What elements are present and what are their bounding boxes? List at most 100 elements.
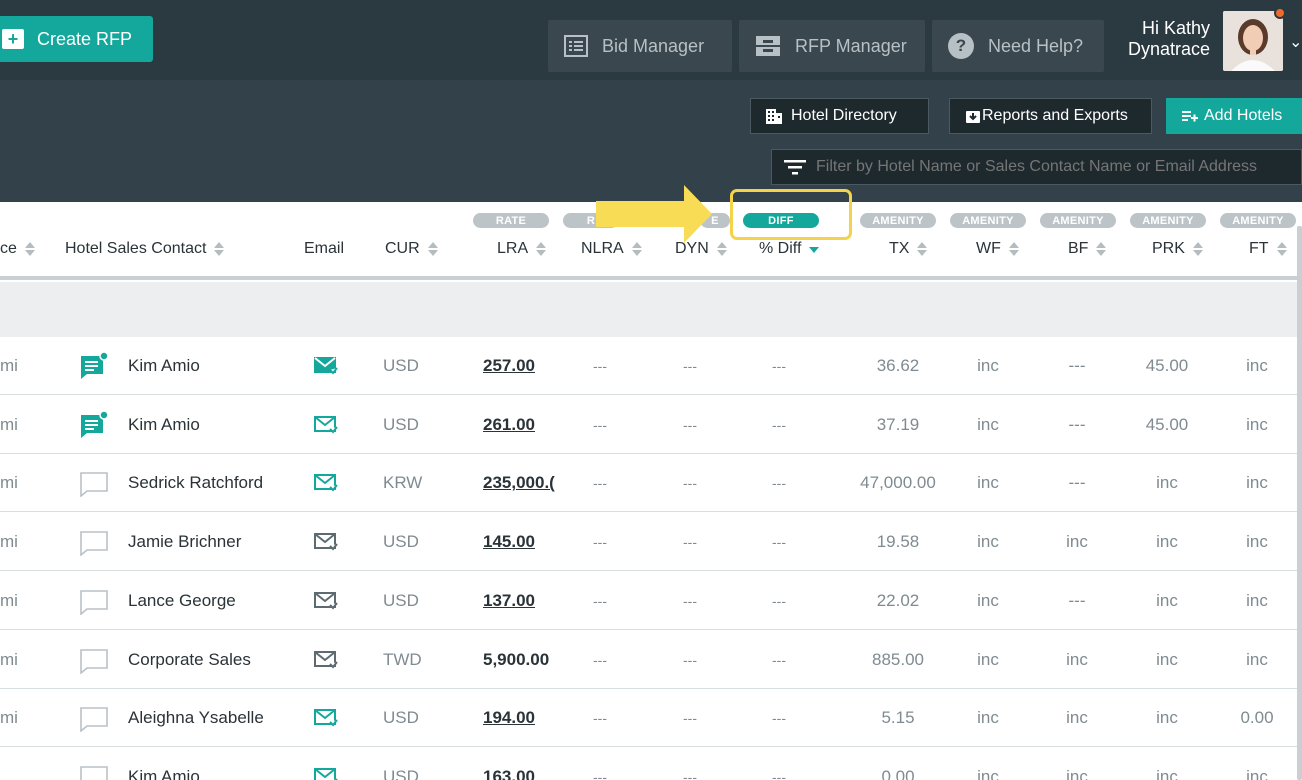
cell-lra[interactable]: 235,000.( <box>483 454 557 512</box>
cell-ft: inc <box>1246 473 1268 493</box>
col-tx[interactable]: TX <box>889 240 928 258</box>
cell-diff: --- <box>772 475 786 492</box>
pointer-arrow-icon <box>596 185 712 243</box>
email-icon[interactable] <box>314 396 338 454</box>
col-prk-label: PRK <box>1152 240 1185 257</box>
cell-dyn: --- <box>683 534 697 551</box>
sort-icon[interactable] <box>213 241 225 257</box>
chat-active-icon[interactable] <box>79 337 109 395</box>
rfp-manager-button[interactable]: RFP Manager <box>739 20 925 72</box>
cell-nlra: --- <box>593 475 607 492</box>
col-lra[interactable]: LRA <box>497 240 547 258</box>
email-icon[interactable] <box>314 689 338 747</box>
rate-link[interactable]: 145.00 <box>483 532 535 552</box>
sort-icon[interactable] <box>24 241 36 257</box>
col-prk[interactable]: PRK <box>1152 240 1204 258</box>
col-hotel-sales-contact[interactable]: Hotel Sales Contact <box>65 240 225 258</box>
rate-link[interactable]: 194.00 <box>483 708 535 728</box>
cell-lra[interactable]: 137.00 <box>483 572 535 630</box>
top-bar: + Create RFP Bid Manager RFP Manager ? N… <box>0 0 1302 80</box>
email-icon[interactable] <box>314 748 338 780</box>
table-row[interactable]: mi Sedrick Ratchford KRW 235,000.(--- --- ---… <box>0 454 1297 513</box>
col-pct-diff[interactable]: % Diff <box>759 240 820 258</box>
email-icon[interactable] <box>314 513 338 571</box>
table-row[interactable]: mi Jamie Brichner USD 145.00 --- --- --- 19.58 i… <box>0 513 1297 572</box>
chat-icon[interactable] <box>79 631 109 689</box>
sort-icon[interactable] <box>535 241 547 257</box>
cell-ft: inc <box>1246 590 1268 610</box>
hotel-directory-button[interactable]: Hotel Directory <box>750 98 929 134</box>
sort-icon[interactable] <box>631 241 643 257</box>
rate-link[interactable]: 5,900.00 <box>483 650 549 670</box>
cell-lra[interactable]: 261.00 <box>483 396 535 454</box>
chat-icon[interactable] <box>79 454 109 512</box>
table-row[interactable]: mi Kim Amio USD 257.00 --- --- --- 36.62 inc --- 4… <box>0 337 1297 395</box>
col-distance[interactable]: ce <box>0 240 36 258</box>
table-row[interactable]: mi Lance George USD 137.00 --- --- --- 22.02 inc… <box>0 571 1297 630</box>
chat-active-icon[interactable] <box>79 396 109 454</box>
cell-nlra: --- <box>593 651 607 668</box>
table-row[interactable]: mi Corporate Sales TWD 5,900.00 --- --- --- 885… <box>0 630 1297 689</box>
cell-dist: mi <box>0 532 18 552</box>
col-distance-label: ce <box>0 240 17 257</box>
filter-input[interactable] <box>816 158 1296 176</box>
rate-link[interactable]: 137.00 <box>483 591 535 611</box>
cell-dyn: --- <box>683 358 697 374</box>
cell-nlra: --- <box>593 358 607 374</box>
chat-icon[interactable] <box>79 689 109 747</box>
reports-exports-button[interactable]: Reports and Exports <box>949 98 1152 134</box>
chat-icon[interactable] <box>79 748 109 780</box>
email-icon[interactable] <box>314 337 338 395</box>
user-greeting[interactable]: Hi Kathy Dynatrace <box>1128 18 1210 60</box>
cell-diff: --- <box>772 592 786 609</box>
cell-dist: mi <box>0 708 18 728</box>
rate-link[interactable]: 257.00 <box>483 356 535 376</box>
cell-nlra: --- <box>593 592 607 609</box>
create-rfp-button[interactable]: + Create RFP <box>0 16 153 62</box>
cell-ft: inc <box>1246 532 1268 552</box>
sort-icon[interactable] <box>1095 241 1107 257</box>
chevron-down-icon[interactable]: ⌄ <box>1289 32 1302 52</box>
add-hotels-button[interactable]: Add Hotels <box>1166 98 1302 134</box>
bid-manager-button[interactable]: Bid Manager <box>548 20 732 72</box>
table-row[interactable]: mi Kim Amio USD 261.00 --- --- --- 37.19 inc --- 4… <box>0 395 1297 454</box>
cell-lra[interactable]: 5,900.00 <box>483 631 549 689</box>
chat-icon[interactable] <box>79 572 109 630</box>
email-icon[interactable] <box>314 572 338 630</box>
avatar[interactable] <box>1223 11 1283 71</box>
rate-link[interactable]: 261.00 <box>483 415 535 435</box>
cell-dyn: --- <box>683 710 697 727</box>
sort-icon[interactable] <box>1008 241 1020 257</box>
sort-icon[interactable] <box>1192 241 1204 257</box>
email-icon[interactable] <box>314 454 338 512</box>
col-cur[interactable]: CUR <box>385 240 439 258</box>
cell-lra[interactable]: 163.00 <box>483 748 535 780</box>
col-wf[interactable]: WF <box>976 240 1020 258</box>
email-icon[interactable] <box>314 631 338 689</box>
chat-icon[interactable] <box>79 513 109 571</box>
sort-desc-icon[interactable] <box>808 241 820 257</box>
cell-lra[interactable]: 257.00 <box>483 337 535 395</box>
sort-icon[interactable] <box>716 241 728 257</box>
rate-link[interactable]: 235,000.( <box>483 473 555 493</box>
cell-contact: Jamie Brichner <box>128 532 242 552</box>
cell-dyn: --- <box>683 768 697 780</box>
filter-field[interactable] <box>771 149 1302 185</box>
sort-icon[interactable] <box>916 241 928 257</box>
sort-icon[interactable] <box>427 241 439 257</box>
table-row[interactable]: Kim Amio USD 163.00 --- --- --- 0.00 inc inc inc i… <box>0 747 1297 780</box>
table-row[interactable]: mi Aleighna Ysabelle USD 194.00 --- --- --- 5.1… <box>0 689 1297 748</box>
col-bf[interactable]: BF <box>1068 240 1107 258</box>
cell-contact: Corporate Sales <box>128 649 251 669</box>
cell-cur: USD <box>383 766 419 780</box>
sort-icon[interactable] <box>1276 241 1288 257</box>
cell-lra[interactable]: 145.00 <box>483 513 535 571</box>
rate-link[interactable]: 163.00 <box>483 767 535 780</box>
cell-lra[interactable]: 194.00 <box>483 689 535 747</box>
col-ft[interactable]: FT <box>1249 240 1288 258</box>
need-help-button[interactable]: ? Need Help? <box>932 20 1104 72</box>
cell-diff: --- <box>772 358 786 374</box>
bid-manager-label: Bid Manager <box>602 35 705 56</box>
cell-cur: USD <box>383 532 419 552</box>
need-help-label: Need Help? <box>988 35 1084 56</box>
